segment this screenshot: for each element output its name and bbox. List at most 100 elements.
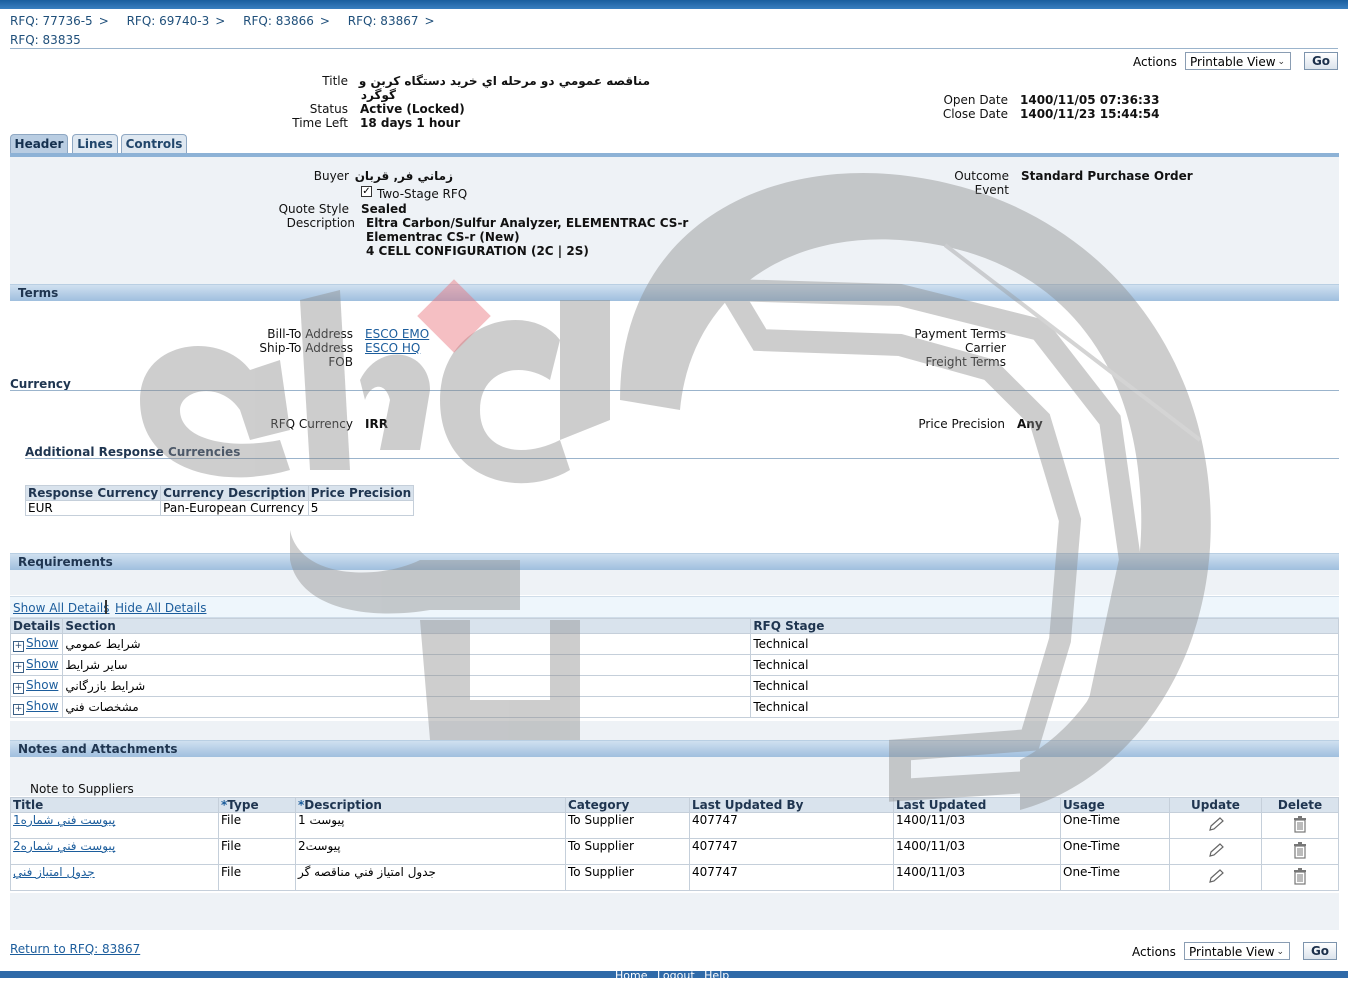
trash-icon[interactable] [1292, 815, 1308, 833]
time-left-value: 18 days 1 hour [360, 116, 461, 130]
quote-style-label: Quote Style [278, 202, 349, 216]
footer-link-home[interactable]: Home [615, 969, 647, 982]
trash-icon[interactable] [1292, 867, 1308, 885]
plus-box-icon[interactable]: + [13, 704, 24, 715]
column-header: Category [565, 797, 690, 813]
column-header: Currency Description [160, 485, 309, 501]
breadcrumb-item[interactable]: RFQ: 77736-5 [10, 14, 93, 28]
carrier-label: Carrier [964, 341, 1006, 355]
actions-select-value: Printable View [1190, 55, 1276, 69]
requirements-toolbar: Show All Details Hide All Details [10, 596, 1339, 618]
footer-link-help[interactable]: Help [704, 969, 729, 982]
status-label: Status [309, 102, 348, 116]
breadcrumb: RFQ: 77736-5 > RFQ: 69740-3 > RFQ: 83866 > … [10, 14, 449, 28]
pencil-icon[interactable] [1207, 816, 1225, 832]
hide-all-details-link[interactable]: Hide All Details [115, 601, 206, 615]
actions-select[interactable]: Printable View ⌄ [1184, 942, 1290, 960]
actions-select[interactable]: Printable View ⌄ [1185, 52, 1291, 70]
attachment-title-link[interactable]: پيوست فني شماره1 [10, 812, 219, 839]
table-cell: جدول امتياز فني مناقصه گر [295, 864, 566, 891]
details-cell: + Show [9, 654, 64, 676]
notes-footer-panel [10, 893, 1339, 930]
freight-terms-label: Freight Terms [925, 355, 1007, 369]
breadcrumb-item[interactable]: RFQ: 83866 [243, 14, 314, 28]
stage-cell: Technical [750, 675, 1339, 697]
table-cell: One-Time [1060, 864, 1170, 891]
show-details-link[interactable]: Show [26, 636, 58, 650]
show-details-link[interactable]: Show [26, 678, 58, 692]
footer-link-logout[interactable]: Logout [657, 969, 695, 982]
table-cell: File [218, 838, 296, 865]
rfq-currency-label: RFQ Currency [270, 417, 353, 431]
tab-controls[interactable]: Controls [121, 134, 187, 154]
section-cell: مشخصات فني [62, 696, 752, 718]
table-cell: 1400/11/03 [893, 838, 1061, 865]
pencil-icon[interactable] [1207, 868, 1225, 884]
stage-cell: Technical [750, 633, 1339, 655]
divider [10, 48, 1338, 49]
show-details-link[interactable]: Show [26, 699, 58, 713]
table-cell: 1400/11/03 [893, 864, 1061, 891]
requirements-table: Details Section RFQ Stage + Show شرايط عم… [9, 618, 1339, 718]
table-row: پيوست فني شماره2 File پيوست2 To Supplier… [10, 838, 1339, 865]
column-header: *Type [218, 797, 296, 813]
table-row: جدول امتياز فني File جدول امتياز فني منا… [10, 864, 1339, 891]
bill-to-link[interactable]: ESCO EMO [365, 327, 429, 341]
outcome-label: Outcome [954, 169, 1009, 183]
table-cell: 407747 [689, 864, 894, 891]
chevron-down-icon: ⌄ [1277, 57, 1285, 67]
requirements-header: Requirements [10, 553, 1339, 570]
go-button[interactable]: Go [1303, 942, 1337, 960]
pencil-icon[interactable] [1207, 842, 1225, 858]
additional-currencies-heading: Additional Response Currencies [25, 445, 241, 459]
table-cell: One-Time [1060, 812, 1170, 839]
event-label: Event [974, 183, 1009, 197]
breadcrumb-separator: > [215, 14, 226, 28]
actions-label: Actions [1132, 945, 1176, 959]
watermark-letter [360, 354, 430, 450]
column-header-label: Description [304, 798, 382, 812]
delete-cell [1261, 864, 1339, 891]
table-row: + Show شرايط بازرگاني Technical [9, 675, 1339, 697]
column-header: Section [62, 618, 752, 634]
plus-box-icon[interactable]: + [13, 683, 24, 694]
table-row: + Show شرايط عمومي Technical [9, 633, 1339, 655]
breadcrumb-item[interactable]: RFQ: 69740-3 [127, 14, 210, 28]
watermark-stroke [560, 300, 610, 440]
attachment-title-link[interactable]: پيوست فني شماره2 [10, 838, 219, 865]
return-to-rfq-link[interactable]: Return to RFQ: 83867 [10, 942, 140, 956]
table-header-row: Details Section RFQ Stage [9, 618, 1339, 634]
chevron-down-icon: ⌄ [1276, 947, 1284, 957]
tab-header[interactable]: Header [10, 134, 68, 154]
trash-icon[interactable] [1292, 841, 1308, 859]
ship-to-link[interactable]: ESCO HQ [365, 341, 420, 355]
table-cell: EUR [24, 500, 162, 516]
attachment-title-link[interactable]: جدول امتياز فني [10, 864, 219, 891]
breadcrumb-item[interactable]: RFQ: 83867 [348, 14, 419, 28]
table-header-row: Response Currency Currency Description P… [24, 485, 415, 501]
table-row: پيوست فني شماره1 File پيوست 1 To Supplie… [10, 812, 1339, 839]
column-header-label: Type [227, 798, 259, 812]
top-banner [0, 0, 1348, 9]
show-details-link[interactable]: Show [26, 657, 58, 671]
table-cell: پيوست 1 [295, 812, 566, 839]
column-header: Last Updated By [689, 797, 894, 813]
go-button[interactable]: Go [1304, 52, 1338, 70]
actions-label: Actions [1133, 55, 1177, 69]
price-precision-value: Any [1017, 417, 1043, 431]
status-value: Active (Locked) [360, 102, 465, 116]
table-cell: 407747 [689, 838, 894, 865]
tab-lines[interactable]: Lines [72, 134, 118, 154]
table-cell: To Supplier [565, 864, 690, 891]
show-all-details-link[interactable]: Show All Details [13, 601, 110, 615]
stage-cell: Technical [750, 654, 1339, 676]
notes-panel [10, 756, 1339, 796]
table-cell: One-Time [1060, 838, 1170, 865]
title-value-line2: گوگرد [360, 88, 396, 102]
table-cell: Pan-European Currency [160, 500, 309, 516]
plus-box-icon[interactable]: + [13, 662, 24, 673]
table-cell: To Supplier [565, 812, 690, 839]
table-row: EUR Pan-European Currency 5 [24, 500, 415, 516]
plus-box-icon[interactable]: + [13, 641, 24, 652]
table-cell: 407747 [689, 812, 894, 839]
